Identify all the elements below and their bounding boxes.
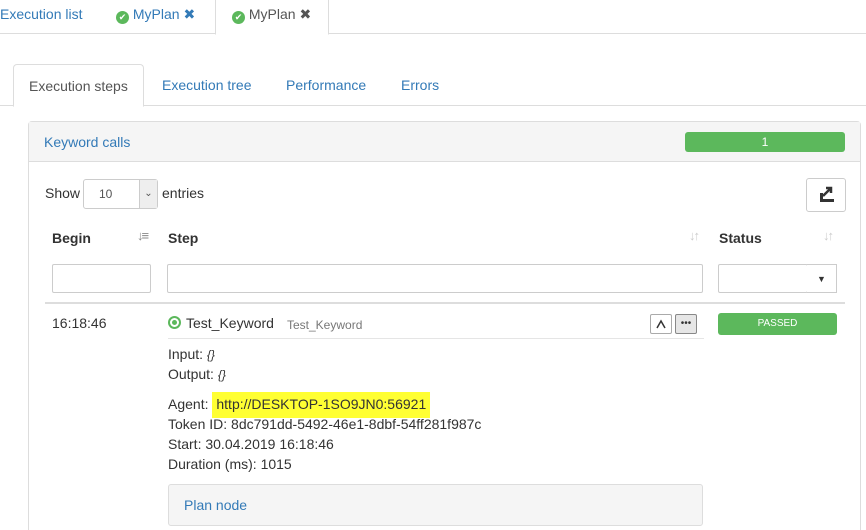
output-label: Output: [168, 366, 214, 382]
panel-title[interactable]: Keyword calls [44, 134, 130, 150]
duration-line: Duration (ms): 1015 [168, 456, 292, 472]
plan-node-link[interactable]: Plan node [184, 497, 247, 513]
page-length-value: 10 [99, 187, 113, 201]
tab-myplan-1-label: MyPlan [132, 6, 180, 22]
tree-icon [656, 319, 666, 329]
tab-myplan-2-label: MyPlan [248, 6, 296, 22]
start-label: Start: [168, 436, 202, 452]
caret-down-icon[interactable]: ▼ [807, 264, 837, 293]
entries-label: entries [162, 185, 205, 201]
start-line: Start: 30.04.2019 16:18:46 [168, 436, 334, 452]
tab-execution-steps[interactable]: Execution steps [13, 64, 144, 107]
output-line: Output: {} [168, 366, 226, 382]
column-header-step[interactable]: Step [168, 230, 198, 246]
tab-execution-list[interactable]: Execution list [0, 0, 82, 34]
status-filter-select[interactable] [718, 264, 808, 293]
input-line: Input: {} [168, 346, 215, 362]
header-divider [45, 302, 845, 304]
row-begin-time: 16:18:46 [52, 315, 107, 331]
check-circle-icon: ✔ [232, 11, 245, 24]
tab-myplan-1[interactable]: ✔ MyPlan ✖ [116, 0, 195, 34]
ellipsis-icon: ••• [680, 318, 692, 329]
step-separator [168, 338, 704, 339]
close-icon[interactable]: ✖ [299, 0, 311, 28]
token-label: Token ID: [168, 416, 228, 432]
sort-both-icon[interactable]: ↓↑ [823, 228, 834, 243]
page-length-select[interactable]: 10 ⌄ [83, 179, 158, 209]
chevron-down-icon: ⌄ [139, 180, 157, 208]
plan-node-panel: Plan node [168, 484, 703, 526]
token-line: Token ID: 8dc791dd-5492-46e1-8dbf-54ff28… [168, 416, 481, 432]
agent-line: Agent: http://DESKTOP-1SO9JN0:56921 [168, 392, 431, 418]
check-circle-icon: ✔ [116, 11, 129, 24]
sort-desc-icon[interactable]: ↓≡ [137, 228, 149, 243]
tab-execution-list-label: Execution list [0, 6, 83, 22]
tab-performance[interactable]: Performance [271, 64, 381, 106]
step-subtitle: Test_Keyword [287, 318, 363, 332]
tab-myplan-2[interactable]: ✔ MyPlan ✖ [215, 0, 329, 35]
agent-value: http://DESKTOP-1SO9JN0:56921 [212, 392, 431, 418]
sort-both-icon[interactable]: ↓↑ [689, 228, 700, 243]
start-value: 30.04.2019 16:18:46 [205, 436, 334, 452]
tab-execution-tree[interactable]: Execution tree [147, 64, 267, 106]
keyword-calls-panel: Keyword calls 1 Show 10 ⌄ entries Begin … [28, 121, 861, 530]
step-filter-input[interactable] [167, 264, 703, 293]
begin-filter-input[interactable] [52, 264, 151, 293]
more-options-button[interactable]: ••• [675, 314, 697, 334]
tab-errors[interactable]: Errors [386, 64, 454, 106]
progress-bar: 1 [685, 132, 845, 152]
input-label: Input: [168, 346, 204, 362]
agent-label: Agent: [168, 396, 209, 412]
show-label: Show [45, 185, 81, 201]
output-value: {} [217, 368, 226, 382]
tree-view-button[interactable] [650, 314, 672, 334]
column-header-status[interactable]: Status [719, 230, 762, 246]
close-icon[interactable]: ✖ [183, 0, 195, 28]
status-badge: PASSED [718, 313, 837, 335]
panel-heading: Keyword calls 1 [29, 122, 860, 162]
duration-label: Duration (ms): [168, 456, 257, 472]
status-circle-icon [168, 316, 181, 329]
export-button[interactable] [806, 178, 846, 212]
input-value: {} [206, 348, 215, 362]
top-tab-bar: Execution list ✔ MyPlan ✖ ✔ MyPlan ✖ [0, 0, 866, 35]
duration-value: 1015 [260, 456, 292, 472]
column-header-begin[interactable]: Begin [52, 230, 91, 246]
sub-tab-bar: Execution steps Execution tree Performan… [0, 64, 866, 107]
token-value: 8dc791dd-5492-46e1-8dbf-54ff281f987c [231, 416, 482, 432]
export-icon [820, 186, 834, 202]
step-name: Test_Keyword [186, 315, 274, 331]
